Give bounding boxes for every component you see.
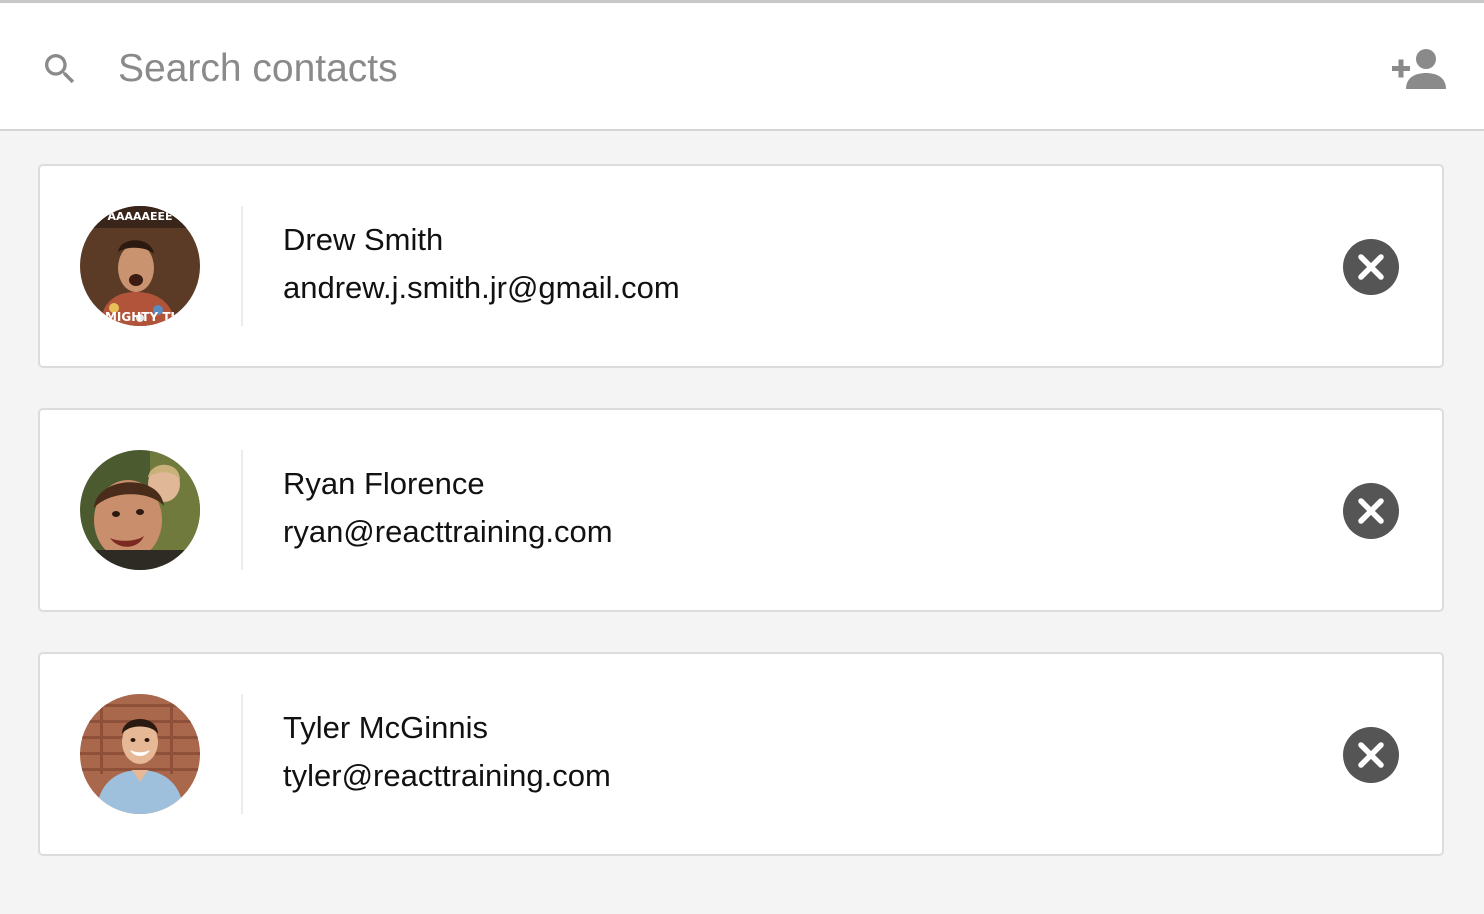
remove-contact-button[interactable] [1343,239,1399,295]
contact-name: Tyler McGinnis [283,710,488,745]
avatar-divider [241,206,243,326]
contact-item: Ryan Florence ryan@reacttraining.com [38,408,1444,612]
contact-avatar-tyler-mcginnis [80,694,200,814]
person-add-icon [1392,49,1446,89]
contact-name: Ryan Florence [283,466,485,501]
search-input[interactable] [118,37,1318,101]
contact-item: AAAAAEEE MIGHTY TI Drew Smith andrew.j.s… [38,164,1444,368]
close-icon [1358,254,1384,280]
close-icon [1358,498,1384,524]
remove-contact-button[interactable] [1343,727,1399,783]
contact-list: AAAAAEEE MIGHTY TI Drew Smith andrew.j.s… [38,164,1444,896]
search-icon [40,49,80,89]
contact-details: Ryan Florence ryan@reacttraining.com [283,466,613,550]
avatar-caption-bottom: MIGHTY TI [105,310,175,324]
contact-email: andrew.j.smith.jr@gmail.com [283,270,680,305]
contact-avatar-drew-smith: AAAAAEEE MIGHTY TI [80,206,200,326]
avatar-divider [241,694,243,814]
contact-item: Tyler McGinnis tyler@reacttraining.com [38,652,1444,856]
close-icon [1358,742,1384,768]
contact-email: tyler@reacttraining.com [283,758,611,793]
contact-avatar-ryan-florence [80,450,200,570]
contact-name: Drew Smith [283,222,444,257]
contact-details: Drew Smith andrew.j.smith.jr@gmail.com [283,222,680,306]
search-bar [0,3,1484,131]
remove-contact-button[interactable] [1343,483,1399,539]
avatar-caption-top: AAAAAEEE [107,210,172,223]
contact-email: ryan@reacttraining.com [283,514,613,549]
avatar-divider [241,450,243,570]
contact-details: Tyler McGinnis tyler@reacttraining.com [283,710,611,794]
add-contact-button[interactable] [1388,45,1448,95]
